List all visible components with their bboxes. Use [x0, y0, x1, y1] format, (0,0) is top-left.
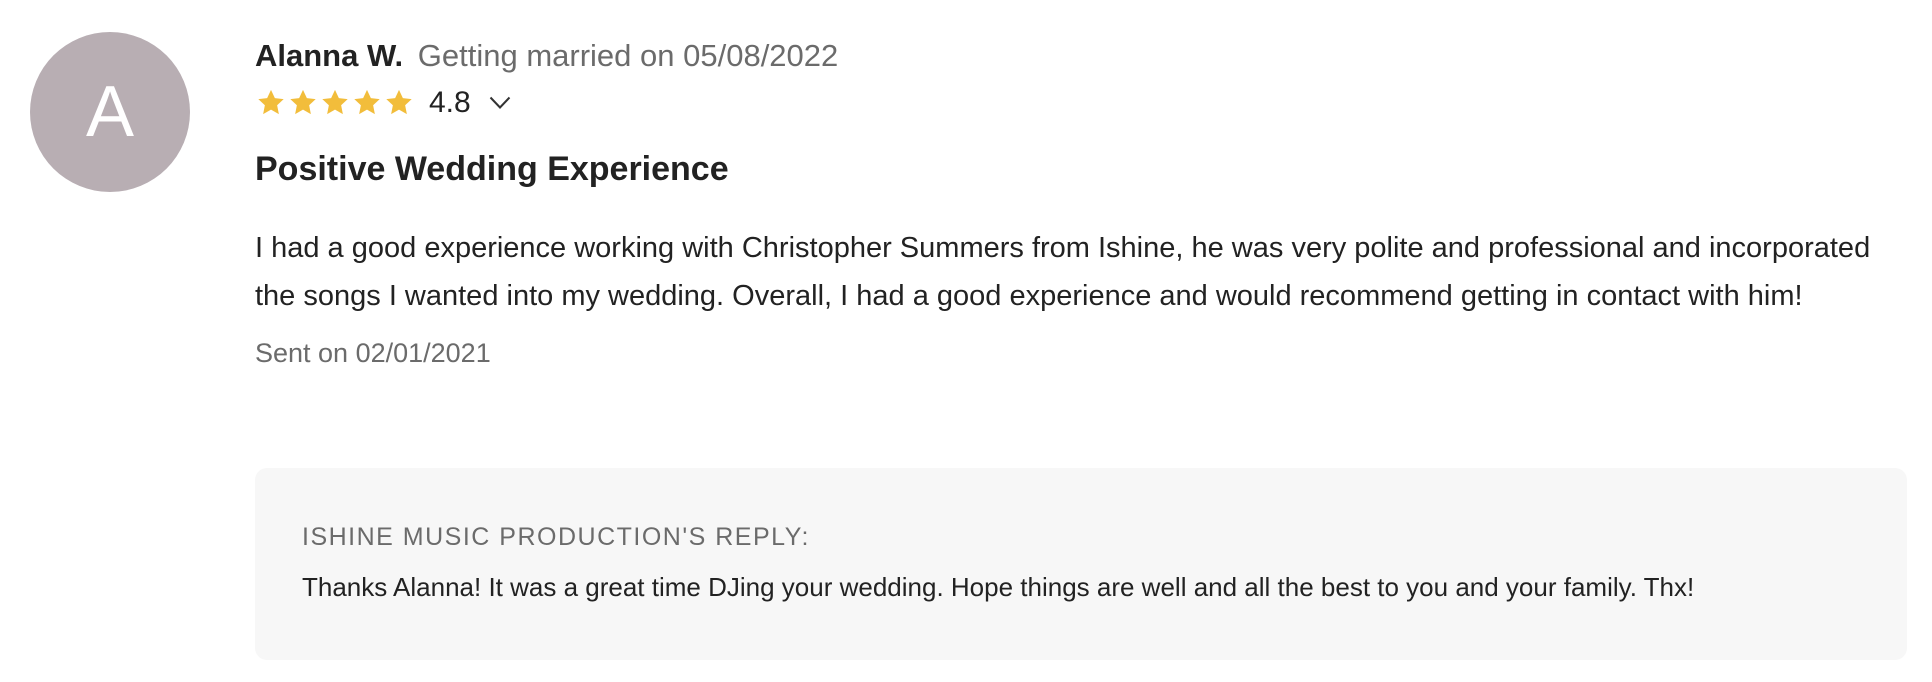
star-icon	[322, 89, 348, 115]
rating-value: 4.8	[429, 86, 471, 119]
chevron-down-icon[interactable]	[489, 96, 511, 110]
reviewer-header: Alanna W. Getting married on 05/08/2022	[255, 36, 1915, 76]
reply-title: ISHINE MUSIC PRODUCTION'S REPLY:	[302, 523, 810, 551]
avatar-initial: A	[85, 72, 135, 152]
review-content: Alanna W. Getting married on 05/08/2022 …	[255, 36, 1915, 371]
star-icon	[354, 89, 380, 115]
rating-row: 4.8	[255, 85, 1915, 121]
wedding-date: Getting married on 05/08/2022	[417, 38, 839, 73]
vendor-reply: ISHINE MUSIC PRODUCTION'S REPLY: Thanks …	[255, 468, 1907, 660]
reply-text: Thanks Alanna! It was a great time DJing…	[302, 572, 1695, 602]
star-icon	[386, 89, 412, 115]
star-rating	[255, 87, 415, 119]
reviewer-name: Alanna W.	[255, 38, 404, 73]
review-card: A Alanna W. Getting married on 05/08/202…	[0, 0, 1932, 682]
sent-date: Sent on 02/01/2021	[255, 338, 491, 368]
review-body: I had a good experience working with Chr…	[255, 232, 1871, 312]
star-icon	[258, 89, 284, 115]
review-title: Positive Wedding Experience	[255, 150, 729, 188]
star-icon	[290, 89, 316, 115]
avatar: A	[30, 32, 190, 192]
